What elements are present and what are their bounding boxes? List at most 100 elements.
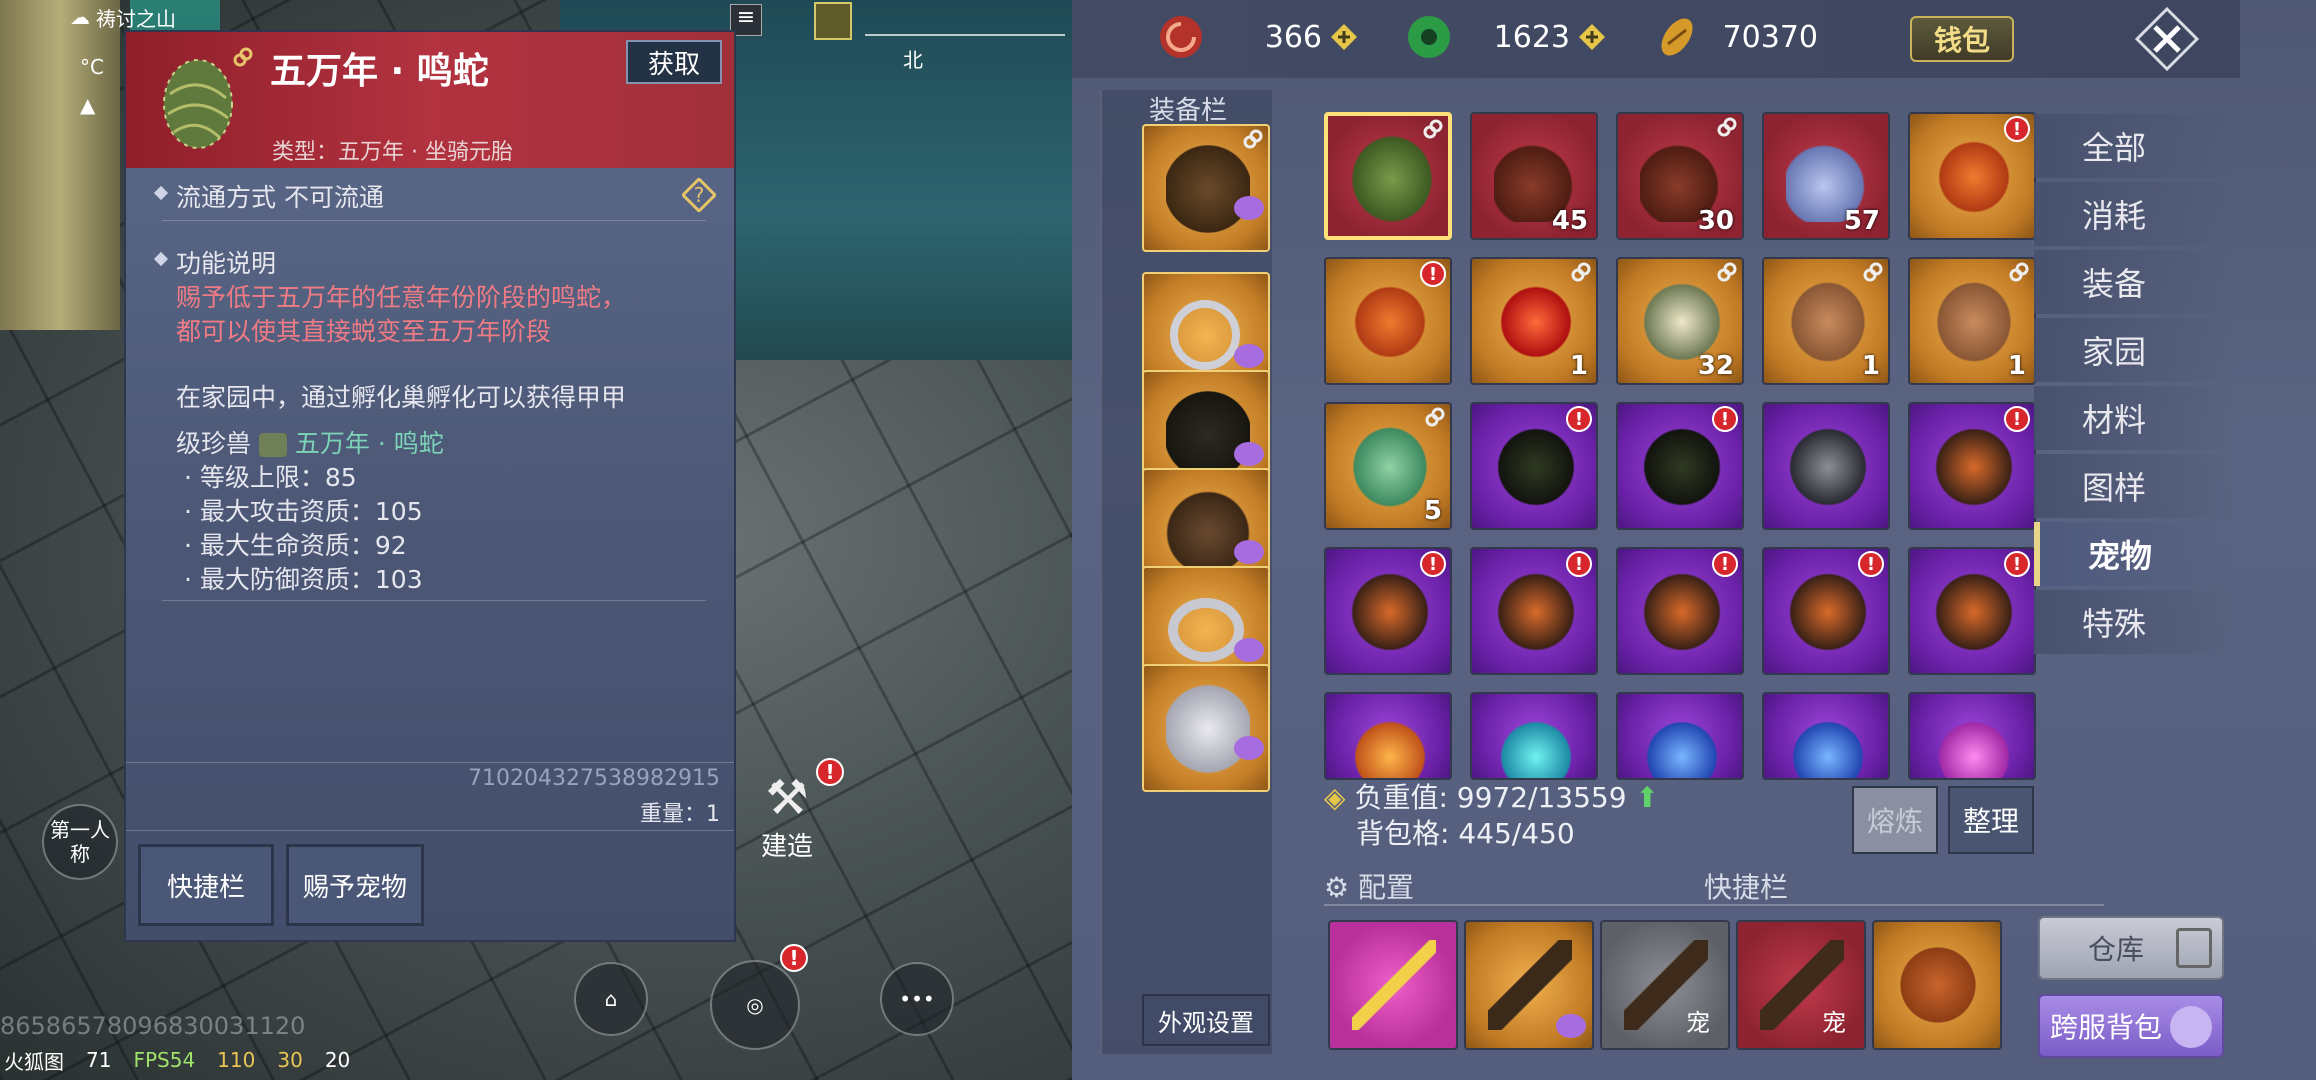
currency-3-value: 70370 — [1722, 19, 1818, 55]
alert-badge: ! — [1566, 551, 1592, 577]
pet-tag: 宠 — [1822, 1009, 1846, 1037]
bag-icon[interactable]: ◎ — [710, 960, 800, 1050]
purple-rune-icon — [1932, 422, 2016, 512]
shortcut-button[interactable]: 快捷栏 — [138, 844, 274, 926]
item-tooltip: 五万年 · 鸣蛇 获取 类型：五万年 · 坐骑元胎 流通方式 不可流通 ? 功能… — [124, 30, 736, 942]
tab-0[interactable]: 全部 — [2034, 114, 2234, 178]
quickbar-slot-pet-gun[interactable]: 宠 — [1600, 920, 1730, 1050]
quickbar-slot-sword[interactable] — [1328, 920, 1458, 1050]
purple-orb-orange-icon — [1348, 712, 1432, 778]
app-name: 火狐图 — [4, 1049, 64, 1074]
equipment-column: 装备栏 外观设置 — [1100, 90, 1272, 1054]
hatch-desc-1: 在家园中，通过孵化巢孵化可以获得甲甲 — [176, 383, 627, 412]
tab-3[interactable]: 家园 — [2034, 318, 2234, 382]
inventory-slot[interactable]: ! — [1616, 402, 1744, 530]
status-bar: 火狐图 71 FPS54 110 30 20 — [0, 1040, 720, 1080]
add-currency-2-icon[interactable] — [1578, 23, 1606, 51]
inventory-slot[interactable]: ! — [1908, 402, 2036, 530]
inventory-slot[interactable] — [1908, 692, 2036, 780]
spike-crown-icon — [1166, 488, 1250, 578]
add-currency-1-icon[interactable] — [1330, 23, 1358, 51]
equip-slot-mask[interactable] — [1142, 664, 1270, 792]
inventory-slot[interactable]: ! — [1762, 547, 1890, 675]
storage-button[interactable]: 仓库 — [2038, 916, 2224, 980]
inventory-slot[interactable]: ! — [1908, 547, 2036, 675]
fist-icon[interactable] — [814, 2, 852, 40]
inventory-slot[interactable]: 1 — [1762, 257, 1890, 385]
inventory-slot[interactable] — [1324, 692, 1452, 780]
inventory-slot[interactable]: ! — [1324, 257, 1452, 385]
purple-orb-blue-icon — [1640, 712, 1724, 778]
bag-status: ◈ 负重值: 9972/13559 ⬆ 背包格: 445/450 — [1324, 780, 1659, 852]
circulation-line: 流通方式 不可流通 — [176, 183, 384, 212]
ring-handle-icon — [1170, 300, 1240, 370]
cabinet-icon — [2176, 928, 2212, 968]
build-button[interactable]: ⚒ 建造 — [742, 770, 832, 870]
jade-coin-icon — [1408, 16, 1450, 58]
function-desc-1: 赐予低于五万年的任意年份阶段的鸣蛇， — [176, 283, 627, 312]
quickbar-slot-crossbow[interactable] — [1464, 920, 1594, 1050]
first-person-button[interactable]: 第一人称 — [42, 804, 118, 880]
inventory-slot[interactable]: 57 — [1762, 112, 1890, 240]
inventory-slot[interactable] — [1762, 692, 1890, 780]
config-label[interactable]: 配置 — [1358, 871, 1414, 904]
inventory-slot[interactable]: ! — [1470, 402, 1598, 530]
chat-icon[interactable]: ••• — [880, 962, 954, 1036]
inventory-panel: 366 1623 70370 钱包 装备栏 外观设置 45 30 57!! 1 32 1 1… — [1072, 0, 2316, 1080]
sort-button[interactable]: 整理 — [1948, 786, 2034, 854]
help-icon[interactable]: ? — [682, 178, 716, 212]
inventory-slot[interactable]: ! — [1324, 547, 1452, 675]
quickbar-slot-pet-gun-red[interactable]: 宠 — [1736, 920, 1866, 1050]
tab-1[interactable]: 消耗 — [2034, 182, 2234, 246]
slots-value: 背包格: 445/450 — [1356, 817, 1575, 850]
silver-ring-icon — [1168, 598, 1244, 662]
equip-slot-antler-head[interactable] — [1142, 124, 1270, 252]
link-icon — [1717, 117, 1737, 137]
inventory-slot[interactable]: 1 — [1908, 257, 2036, 385]
stat-level-cap: · 等级上限：85 — [184, 463, 357, 492]
inventory-slot[interactable] — [1324, 112, 1452, 240]
inventory-slot[interactable]: ! — [1616, 547, 1744, 675]
smelt-button[interactable]: 熔炼 — [1852, 786, 1938, 854]
appearance-settings-button[interactable]: 外观设置 — [1142, 994, 1270, 1046]
get-button[interactable]: 获取 — [626, 40, 722, 84]
tab-7[interactable]: 特殊 — [2034, 590, 2234, 654]
purple-wolf-icon — [1786, 422, 1870, 512]
load-value: 负重值: 9972/13559 — [1354, 781, 1627, 814]
inventory-slot[interactable] — [1470, 692, 1598, 780]
storage-label: 仓库 — [2088, 933, 2145, 966]
crossbow-icon — [1488, 940, 1572, 1030]
gem-icon — [1234, 442, 1264, 466]
alert-badge: ! — [1712, 406, 1738, 432]
cross-server-bag-button[interactable]: 跨服背包 — [2038, 994, 2224, 1058]
diamond-bullet-icon — [153, 251, 169, 267]
inventory-slot[interactable] — [1762, 402, 1890, 530]
tab-5[interactable]: 图样 — [2034, 454, 2234, 518]
give-pet-button[interactable]: 赐予宠物 — [286, 844, 424, 926]
purple-leaf-icon — [1494, 422, 1578, 512]
inventory-slot[interactable] — [1616, 692, 1744, 780]
mask-icon — [1166, 684, 1250, 774]
inventory-slot[interactable]: 1 — [1470, 257, 1598, 385]
inventory-slot[interactable]: ! — [1470, 547, 1598, 675]
inventory-slot[interactable]: 5 — [1324, 402, 1452, 530]
purple-orb-pink-icon — [1932, 712, 2016, 778]
wallet-button[interactable]: 钱包 — [1910, 16, 2014, 62]
inventory-slot[interactable]: 30 — [1616, 112, 1744, 240]
inventory-slot[interactable]: 32 — [1616, 257, 1744, 385]
inventory-slot[interactable]: 45 — [1470, 112, 1598, 240]
tab-6[interactable]: 宠物 — [2034, 522, 2234, 586]
item-title: 五万年 · 鸣蛇 — [270, 51, 489, 92]
gem-icon — [1234, 344, 1264, 368]
inventory-slot[interactable]: ! — [1908, 112, 2036, 240]
tab-2[interactable]: 装备 — [2034, 250, 2234, 314]
tab-4[interactable]: 材料 — [2034, 386, 2234, 450]
quickbar-slot-red-panda[interactable] — [1872, 920, 2002, 1050]
home-icon[interactable]: ⌂ — [574, 962, 648, 1036]
close-button[interactable] — [2100, 0, 2234, 78]
item-count: 45 — [1551, 206, 1588, 236]
link-icon — [1243, 129, 1263, 149]
gear-icon[interactable]: ⚙ — [1324, 871, 1349, 904]
pet-name-link[interactable]: 五万年 · 鸣蛇 — [295, 429, 444, 458]
fps-counter: FPS54 — [133, 1048, 196, 1072]
